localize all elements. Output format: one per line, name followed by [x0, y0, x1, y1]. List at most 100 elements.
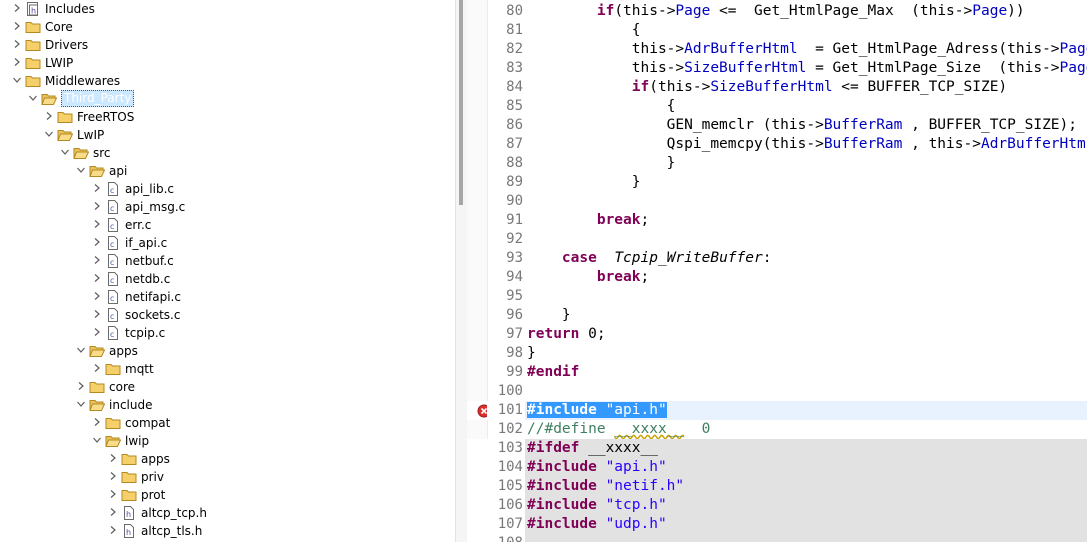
- code-line[interactable]: 98}: [467, 344, 1087, 363]
- tree-item[interactable]: c api_msg.c: [0, 198, 455, 216]
- tree-item[interactable]: Core: [0, 18, 455, 36]
- chevron-right-icon[interactable]: [76, 381, 86, 391]
- code-line[interactable]: 83 this->SizeBufferHtml = Get_HtmlPage_S…: [467, 59, 1087, 78]
- chevron-down-icon[interactable]: [76, 345, 86, 355]
- tree-item[interactable]: c if_api.c: [0, 234, 455, 252]
- chevron-right-icon[interactable]: [108, 453, 118, 463]
- chevron-down-icon[interactable]: [76, 165, 86, 175]
- code-line[interactable]: 100: [467, 382, 1087, 401]
- chevron-right-icon[interactable]: [92, 363, 102, 373]
- chevron-down-icon[interactable]: [76, 399, 86, 409]
- chevron-right-icon[interactable]: [92, 327, 102, 337]
- tree-item[interactable]: c netdb.c: [0, 270, 455, 288]
- tree-item[interactable]: LwIP: [0, 126, 455, 144]
- tree-item[interactable]: src: [0, 144, 455, 162]
- chevron-right-icon[interactable]: [108, 489, 118, 499]
- tree-item[interactable]: c netifapi.c: [0, 288, 455, 306]
- chevron-down-icon[interactable]: [92, 435, 102, 445]
- code-line[interactable]: 106 #include "tcp.h": [467, 496, 1087, 515]
- chevron-right-icon[interactable]: [92, 417, 102, 427]
- tree-item[interactable]: apps: [0, 450, 455, 468]
- code-line[interactable]: 108: [467, 534, 1087, 542]
- chevron-right-icon[interactable]: [92, 237, 102, 247]
- tree-item[interactable]: FreeRTOS: [0, 108, 455, 126]
- code-line[interactable]: 96 }: [467, 306, 1087, 325]
- chevron-down-icon[interactable]: [28, 93, 38, 103]
- code-line[interactable]: 88 }: [467, 154, 1087, 173]
- code-line[interactable]: 92: [467, 230, 1087, 249]
- code-line[interactable]: 84 if(this->SizeBufferHtml <= BUFFER_TCP…: [467, 78, 1087, 97]
- code-line[interactable]: 99 #endif: [467, 363, 1087, 382]
- gutter-marker: [467, 287, 487, 306]
- tree-item[interactable]: h altcp_tcp.h: [0, 504, 455, 522]
- code-line[interactable]: 81 {: [467, 21, 1087, 40]
- code-line[interactable]: 93 case Tcpip_WriteBuffer:: [467, 249, 1087, 268]
- tree-item[interactable]: api: [0, 162, 455, 180]
- tree-item[interactable]: core: [0, 378, 455, 396]
- chevron-right-icon[interactable]: [108, 507, 118, 517]
- code-text: #include "api.h": [527, 458, 667, 477]
- chevron-right-icon[interactable]: [92, 219, 102, 229]
- tree-item[interactable]: c api_lib.c: [0, 180, 455, 198]
- chevron-right-icon[interactable]: [108, 471, 118, 481]
- code-line[interactable]: 94 break;: [467, 268, 1087, 287]
- chevron-right-icon[interactable]: [12, 39, 22, 49]
- tree-item[interactable]: apps: [0, 342, 455, 360]
- code-line[interactable]: 97 return 0;: [467, 325, 1087, 344]
- chevron-down-icon[interactable]: [44, 129, 54, 139]
- code-line[interactable]: 86 GEN_memclr (this->BufferRam , BUFFER_…: [467, 116, 1087, 135]
- tree-item[interactable]: Middlewares: [0, 72, 455, 90]
- line-number: 88: [506, 155, 523, 171]
- chevron-down-icon[interactable]: [60, 147, 70, 157]
- code-line[interactable]: 95: [467, 287, 1087, 306]
- code-line[interactable]: 104 #include "api.h": [467, 458, 1087, 477]
- code-token: (this->: [614, 3, 676, 19]
- chevron-right-icon[interactable]: [12, 21, 22, 31]
- code-line[interactable]: 107 #include "udp.h": [467, 515, 1087, 534]
- tree-item[interactable]: Third_Party: [0, 90, 455, 108]
- chevron-right-icon[interactable]: [12, 3, 22, 13]
- project-explorer-tree[interactable]: h Includes Core Drivers LWIP Middlewares Third…: [0, 0, 455, 542]
- tree-item[interactable]: c tcpip.c: [0, 324, 455, 342]
- tree-item[interactable]: priv: [0, 468, 455, 486]
- code-editor[interactable]: 80 if(this->Page <= Get_HtmlPage_Max (th…: [467, 0, 1087, 542]
- chevron-right-icon[interactable]: [92, 273, 102, 283]
- code-line[interactable]: 85 {: [467, 97, 1087, 116]
- chevron-right-icon[interactable]: [12, 57, 22, 67]
- chevron-right-icon[interactable]: [44, 111, 54, 121]
- chevron-right-icon[interactable]: [92, 183, 102, 193]
- tree-item[interactable]: c netbuf.c: [0, 252, 455, 270]
- chevron-right-icon[interactable]: [108, 525, 118, 535]
- chevron-right-icon[interactable]: [92, 291, 102, 301]
- chevron-right-icon[interactable]: [92, 309, 102, 319]
- tree-item[interactable]: compat: [0, 414, 455, 432]
- tree-item-label: api_msg.c: [125, 200, 186, 214]
- tree-item[interactable]: lwip: [0, 432, 455, 450]
- code-line[interactable]: 102//#define __xxxx__ 0: [467, 420, 1087, 439]
- tree-item[interactable]: c sockets.c: [0, 306, 455, 324]
- gutter-marker: [467, 154, 487, 173]
- code-line[interactable]: 101 #include "api.h": [467, 401, 1087, 420]
- code-token: Page: [1059, 60, 1087, 76]
- tree-item[interactable]: h Includes: [0, 0, 455, 18]
- tree-item[interactable]: prot: [0, 486, 455, 504]
- tree-item[interactable]: LWIP: [0, 54, 455, 72]
- code-line[interactable]: 82 this->AdrBufferHtml = Get_HtmlPage_Ad…: [467, 40, 1087, 59]
- code-line[interactable]: 87 Qspi_memcpy(this->BufferRam , this->A…: [467, 135, 1087, 154]
- code-line[interactable]: 90: [467, 192, 1087, 211]
- chevron-right-icon[interactable]: [92, 255, 102, 265]
- code-line[interactable]: 80 if(this->Page <= Get_HtmlPage_Max (th…: [467, 2, 1087, 21]
- tree-item[interactable]: c err.c: [0, 216, 455, 234]
- tree-item[interactable]: Drivers: [0, 36, 455, 54]
- code-line[interactable]: 91 break;: [467, 211, 1087, 230]
- chevron-right-icon[interactable]: [92, 201, 102, 211]
- code-line[interactable]: 103 #ifdef __xxxx__: [467, 439, 1087, 458]
- tree-item[interactable]: h altcp_tls.h: [0, 522, 455, 540]
- tree-item[interactable]: include: [0, 396, 455, 414]
- tree-scrollbar-thumb[interactable]: [459, 0, 463, 205]
- chevron-down-icon[interactable]: [12, 75, 22, 85]
- code-line[interactable]: 89 }: [467, 173, 1087, 192]
- tree-item[interactable]: mqtt: [0, 360, 455, 378]
- code-line[interactable]: 105 #include "netif.h": [467, 477, 1087, 496]
